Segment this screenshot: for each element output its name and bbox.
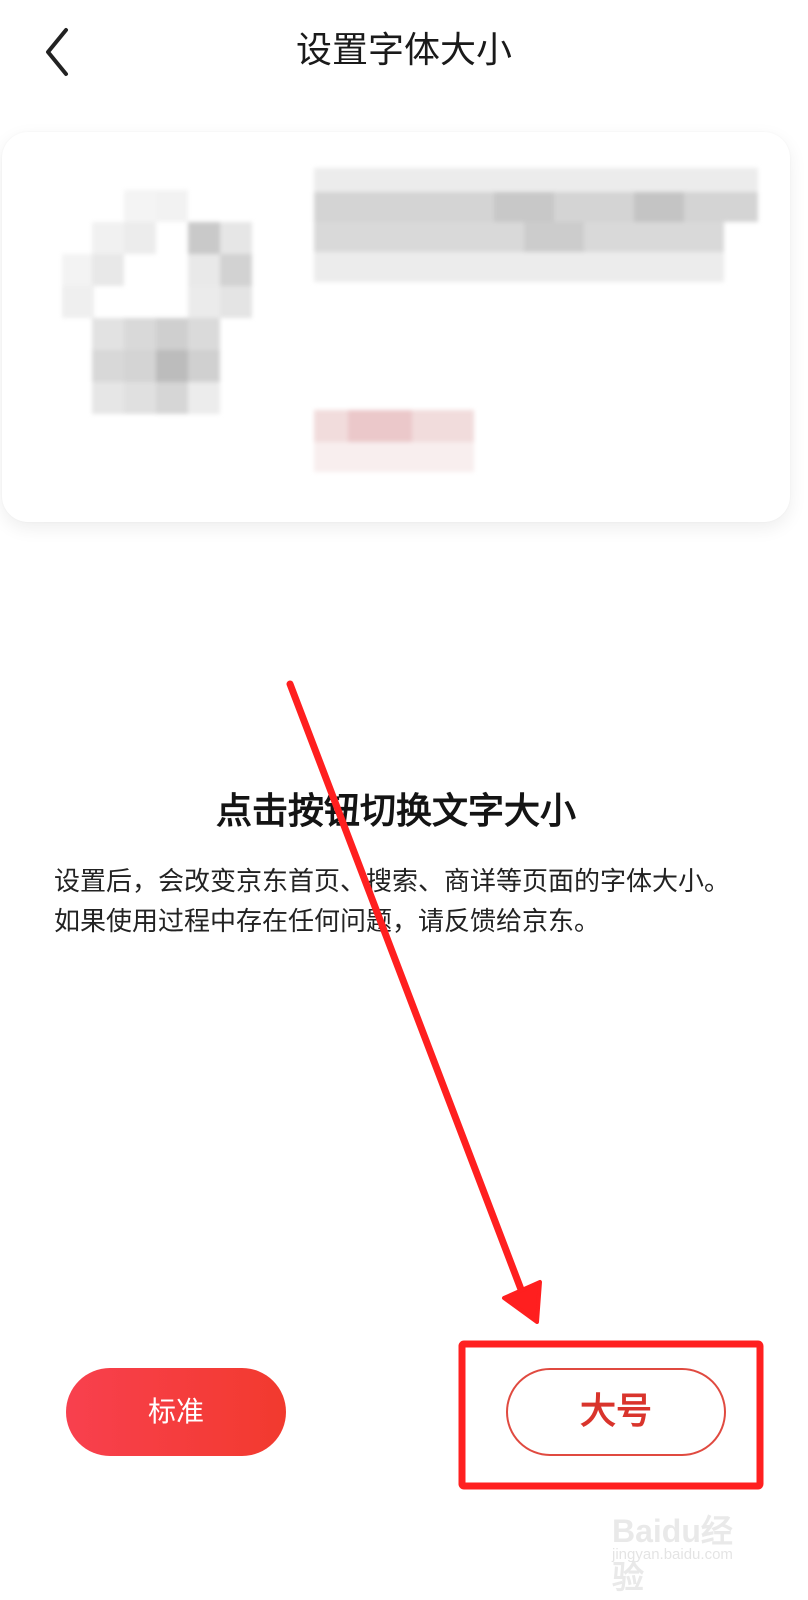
annotation-arrow-shaft — [286, 680, 526, 1296]
large-size-button[interactable]: 大号 — [506, 1368, 726, 1456]
preview-product-price — [314, 406, 474, 474]
instruction-title: 点击按钮切换文字大小 — [215, 791, 576, 832]
annotation-arrow-head — [502, 1280, 542, 1324]
watermark-url: jingyan.baidu.com — [612, 1546, 733, 1563]
preview-product-image — [62, 190, 254, 442]
preview-product-title — [314, 158, 758, 288]
page-title: 设置字体大小 — [295, 30, 512, 71]
header-bar: 设置字体大小 — [0, 0, 808, 108]
instruction-description: 设置后，会改变京东首页、搜索、商详等页面的字体大小。如果使用过程中存在任何问题，… — [54, 867, 731, 937]
baidu-watermark: Baidu经验 jingyan.baidu.com — [612, 1506, 762, 1595]
standard-size-button[interactable]: 标准 — [66, 1368, 286, 1456]
